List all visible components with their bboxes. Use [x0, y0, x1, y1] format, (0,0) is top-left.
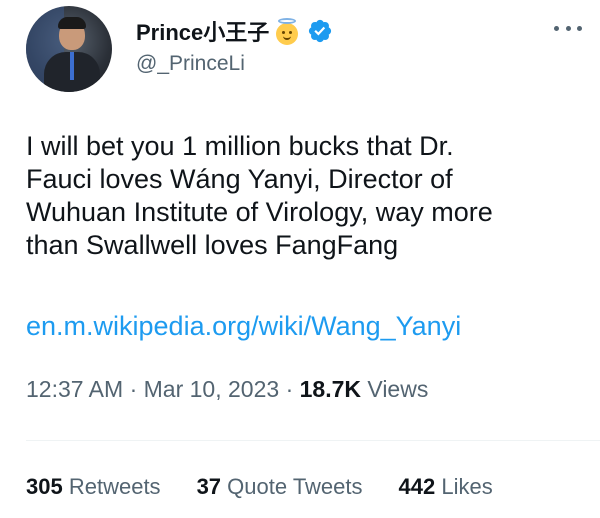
tweet-text-line: than Swallwell loves FangFang: [26, 230, 399, 260]
quote-tweets-stat[interactable]: 37 Quote Tweets: [197, 472, 363, 502]
tweet-text-line: I will bet you 1 million bucks that Dr.: [26, 131, 454, 161]
avatar-lanyard: [70, 52, 74, 80]
tweet-date[interactable]: Mar 10, 2023: [144, 376, 280, 402]
views-label: Views: [367, 376, 429, 402]
author-handle[interactable]: @_PrinceLi: [136, 52, 245, 76]
author-display-name[interactable]: Prince小王子: [136, 15, 269, 47]
divider: [26, 440, 600, 441]
tweet-text: I will bet you 1 million bucks that Dr. …: [26, 130, 586, 262]
meta-separator: ·: [129, 376, 138, 402]
angel-face-emoji-icon: [273, 17, 301, 45]
retweets-stat[interactable]: 305 Retweets: [26, 472, 161, 502]
retweets-label: Retweets: [68, 474, 161, 499]
quote-tweets-label: Quote Tweets: [227, 474, 363, 499]
avatar[interactable]: [26, 6, 112, 92]
tweet-text-line: Wuhuan Institute of Virology, way more: [26, 197, 493, 227]
views-count: 18.7K: [299, 376, 361, 402]
tweet-meta: 12:37 AM · Mar 10, 2023 · 18.7K Views: [26, 374, 428, 404]
avatar-hair: [58, 17, 86, 29]
meta-separator: ·: [285, 376, 294, 402]
tweet-time[interactable]: 12:37 AM: [26, 376, 123, 402]
more-options-icon[interactable]: [554, 18, 582, 38]
likes-stat[interactable]: 442 Likes: [399, 472, 493, 502]
quote-tweets-count: 37: [196, 474, 222, 499]
tweet: Prince小王子 @_PrinceLi I will bet you 1 mi…: [0, 0, 600, 518]
tweet-stats: 305 Retweets 37 Quote Tweets 442 Likes: [26, 472, 529, 502]
tweet-text-line: Fauci loves Wáng Yanyi, Director of: [26, 164, 453, 194]
retweets-count: 305: [26, 474, 63, 499]
likes-label: Likes: [441, 474, 493, 499]
likes-count: 442: [398, 474, 436, 499]
verified-badge-icon: [309, 19, 332, 43]
author-name-row[interactable]: Prince小王子: [136, 14, 333, 48]
tweet-link[interactable]: en.m.wikipedia.org/wiki/Wang_Yanyi: [26, 310, 461, 343]
